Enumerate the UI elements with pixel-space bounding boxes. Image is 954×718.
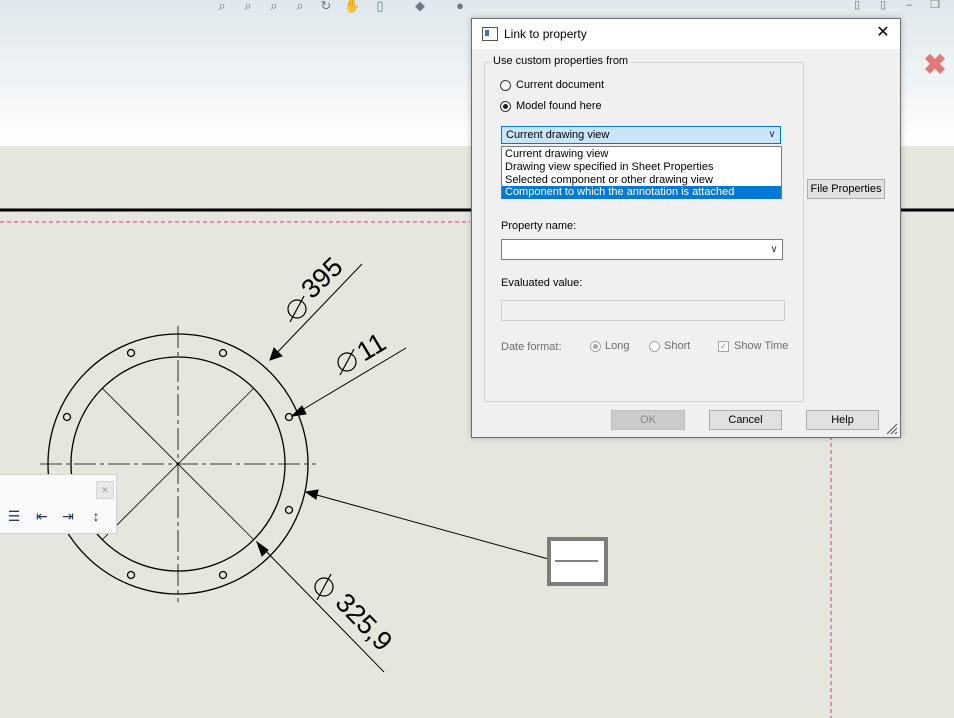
property-name-combobox[interactable]: ∨ xyxy=(501,239,783,260)
dropdown-option[interactable]: Drawing view specified in Sheet Properti… xyxy=(502,161,781,174)
group-label: Use custom properties from xyxy=(491,55,631,67)
dropdown-option[interactable]: Current drawing view xyxy=(502,148,781,161)
date-short-label[interactable]: Short xyxy=(664,340,690,352)
leader-325-arrow xyxy=(255,540,269,557)
model-source-dropdown-list: Current drawing view Drawing view specif… xyxy=(501,146,782,199)
numbering-icon[interactable]: ☰ xyxy=(2,505,26,527)
format-toolbar: ✕ ☰ ⇤ ⇥ ↕ xyxy=(0,474,117,534)
date-long-radio[interactable] xyxy=(590,341,601,352)
dropdown-option-selected[interactable]: Component to which the annotation is att… xyxy=(502,186,781,199)
link-to-property-dialog: Link to property ✕ Use custom properties… xyxy=(471,18,901,438)
chevron-down-icon[interactable]: ∨ xyxy=(767,130,777,140)
model-found-here-radio[interactable] xyxy=(500,101,511,112)
date-format-label: Date format: xyxy=(501,341,562,353)
help-button[interactable]: Help xyxy=(806,410,879,430)
dim-325-text[interactable]: 325,9 xyxy=(330,587,399,656)
property-name-label: Property name: xyxy=(501,220,577,232)
evaluated-value-field xyxy=(501,300,785,321)
cancel-button[interactable]: Cancel xyxy=(709,410,782,430)
dialog-title: Link to property xyxy=(504,27,587,41)
current-document-radio[interactable] xyxy=(500,80,511,91)
date-short-radio[interactable] xyxy=(649,341,660,352)
current-document-label[interactable]: Current document xyxy=(516,79,604,91)
ok-button[interactable]: OK xyxy=(611,410,685,430)
dialog-app-icon xyxy=(482,27,498,41)
dialog-titlebar[interactable]: Link to property ✕ xyxy=(472,19,900,49)
date-long-label[interactable]: Long xyxy=(605,340,629,352)
show-time-checkbox[interactable]: ✓ xyxy=(718,341,729,352)
close-icon[interactable]: ✕ xyxy=(872,22,894,44)
line-spacing-icon[interactable]: ↕ xyxy=(84,505,108,527)
note-annotation-box xyxy=(547,537,608,586)
evaluated-value-label: Evaluated value: xyxy=(501,277,583,289)
show-time-label[interactable]: Show Time xyxy=(734,340,788,352)
chevron-down-icon[interactable]: ∨ xyxy=(769,245,779,255)
increase-indent-icon[interactable]: ⇥ xyxy=(56,505,80,527)
leader-note xyxy=(305,491,553,561)
leader-11-arrow xyxy=(290,405,307,417)
resize-grip-icon[interactable] xyxy=(886,423,898,435)
decrease-indent-icon[interactable]: ⇤ xyxy=(30,505,54,527)
model-source-selected: Current drawing view xyxy=(506,129,610,141)
file-properties-button[interactable]: File Properties xyxy=(807,179,885,199)
leader-note-arrow xyxy=(304,489,319,500)
model-source-combobox[interactable]: Current drawing view ∨ xyxy=(501,126,781,144)
model-found-here-label[interactable]: Model found here xyxy=(516,100,602,112)
diameter-symbols xyxy=(287,295,357,601)
dim-11-text[interactable]: 11 xyxy=(352,327,391,367)
toolbar-close-icon[interactable]: ✕ xyxy=(96,481,114,499)
